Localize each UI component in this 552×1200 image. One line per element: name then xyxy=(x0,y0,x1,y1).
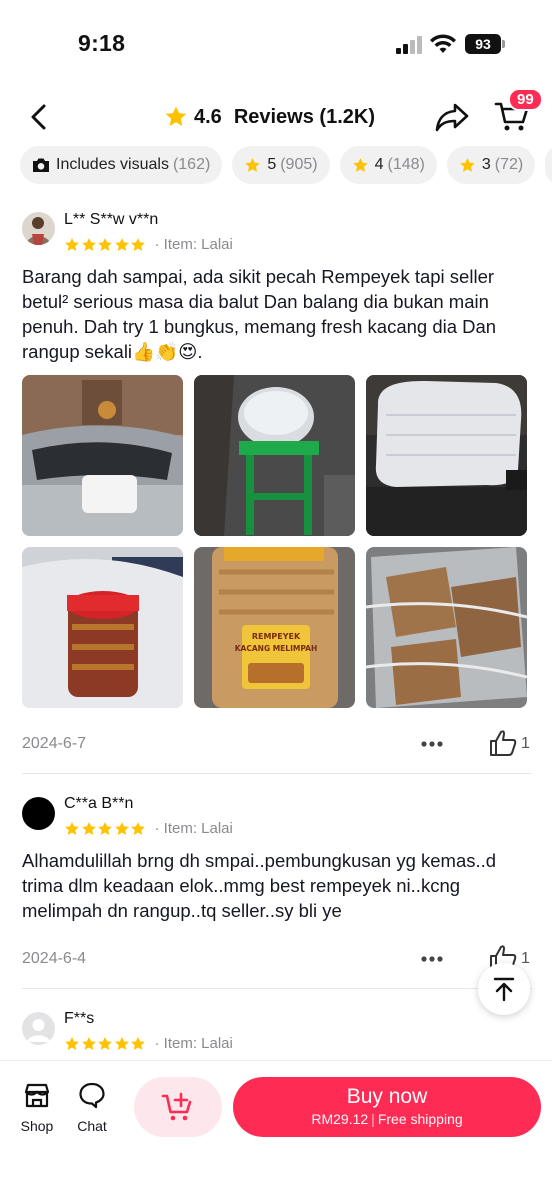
review-photo[interactable] xyxy=(22,547,183,708)
review-photo[interactable] xyxy=(194,375,355,536)
filter-chip-5-star[interactable]: 5 (905) xyxy=(232,146,330,184)
header: 4.6 Reviews (1.2K) xyxy=(0,86,552,146)
filter-chip-label: 5 xyxy=(267,156,277,173)
share-icon[interactable] xyxy=(434,100,470,134)
filter-chip-4-star[interactable]: 4 (148) xyxy=(339,146,437,184)
star-icon xyxy=(245,157,261,172)
star-icon xyxy=(460,157,475,172)
average-rating: 4.6 xyxy=(194,105,222,128)
star-rating: · Item: Lalai xyxy=(64,236,233,253)
status-time: 9:18 xyxy=(78,30,126,56)
star-icon xyxy=(65,1036,79,1050)
star-icon xyxy=(98,1036,112,1050)
star-icon xyxy=(81,821,96,835)
star-icon xyxy=(165,106,187,126)
star-icon xyxy=(114,821,129,835)
shop-label: Shop xyxy=(20,1118,54,1134)
back-to-top-button[interactable] xyxy=(478,963,530,1015)
item-variant: · Item: Lalai xyxy=(154,820,233,837)
review-photo[interactable] xyxy=(366,375,527,536)
buy-now-subtext: RM29.12 | Free shipping xyxy=(233,1111,541,1127)
filter-chip-label: 4 xyxy=(374,156,384,173)
buy-now-button[interactable]: Buy now RM29.12 | Free shipping xyxy=(233,1077,541,1137)
reviewer-name: L** S**w v**n xyxy=(64,211,159,228)
page-title: 4.6 Reviews (1.2K) xyxy=(164,102,375,132)
review-text: Barang dah sampai, ada sikit pecah Rempe… xyxy=(22,266,497,362)
cart-badge: 99 xyxy=(508,88,543,111)
chat-icon xyxy=(79,1082,105,1109)
divider xyxy=(22,773,532,774)
star-icon xyxy=(131,1036,145,1050)
reviewer-name: C**a B**n xyxy=(64,795,134,812)
chat-button[interactable]: Chat xyxy=(67,1081,117,1134)
back-arrow-icon[interactable] xyxy=(22,100,56,134)
like-count: 1 xyxy=(521,735,530,752)
more-options-icon[interactable] xyxy=(420,955,444,963)
avatar xyxy=(22,797,55,830)
camera-icon xyxy=(33,158,49,172)
star-rating: · Item: Lalai xyxy=(64,820,233,837)
product-label-text: REMPEYEK xyxy=(252,632,301,641)
star-icon xyxy=(131,821,145,835)
star-icon xyxy=(352,157,368,172)
battery-indicator: 93 xyxy=(465,34,501,54)
filter-chip-count: (162) xyxy=(172,156,211,173)
avatar xyxy=(22,212,55,245)
reviewer-name: F**s xyxy=(64,1010,95,1027)
filter-chip-label: Includes visuals xyxy=(56,156,169,173)
star-icon xyxy=(65,237,79,251)
avatar xyxy=(22,1012,55,1045)
star-icon xyxy=(81,237,96,251)
more-options-icon[interactable] xyxy=(420,740,444,748)
filter-chip-3-star[interactable]: 3 (72) xyxy=(446,146,536,184)
review-photo[interactable] xyxy=(366,547,527,708)
star-icon xyxy=(65,821,79,835)
item-variant: · Item: Lalai xyxy=(154,1035,233,1052)
chat-label: Chat xyxy=(77,1118,107,1134)
battery-tip xyxy=(502,40,505,48)
filter-chip-count: (148) xyxy=(387,156,425,173)
filter-chip-more[interactable] xyxy=(545,146,552,184)
arrow-up-icon xyxy=(493,977,515,1002)
star-icon xyxy=(98,237,112,251)
filter-chip-count: (72) xyxy=(494,156,524,173)
product-label-text: KACANG MELIMPAH xyxy=(235,644,317,653)
thumbs-up-icon[interactable] xyxy=(488,729,518,757)
filter-chip-label: 3 xyxy=(481,156,491,173)
divider xyxy=(22,988,532,989)
add-to-cart-button[interactable] xyxy=(134,1077,222,1137)
separator: | xyxy=(371,1111,375,1127)
signal-icon xyxy=(396,36,424,54)
item-variant: · Item: Lalai xyxy=(154,236,233,253)
status-bar: 9:18 93 xyxy=(0,0,552,86)
filter-chip-visuals[interactable]: Includes visuals (162) xyxy=(20,146,223,184)
star-icon xyxy=(114,1036,129,1050)
like-count: 1 xyxy=(521,950,530,967)
star-rating: · Item: Lalai xyxy=(64,1035,233,1052)
star-icon xyxy=(114,237,129,251)
shop-button[interactable]: Shop xyxy=(12,1081,62,1134)
filter-chip-count: (905) xyxy=(280,156,318,173)
review-date: 2024-6-7 xyxy=(22,735,87,752)
shop-icon xyxy=(24,1083,50,1108)
review-photo-grid: REMPEYEK KACANG MELIMPAH xyxy=(22,375,528,708)
star-icon xyxy=(81,1036,96,1050)
wifi-icon xyxy=(430,34,456,53)
star-icon xyxy=(98,821,112,835)
bottom-action-bar: Shop Chat Buy now RM29.12 | Free shipping xyxy=(0,1060,552,1200)
review-text: Alhamdulillah brng dh smpai..pembungkusa… xyxy=(22,850,497,921)
star-icon xyxy=(131,237,145,251)
price: RM29.12 xyxy=(311,1111,369,1127)
reviews-title: Reviews (1.2K) xyxy=(233,105,375,128)
review-photo[interactable] xyxy=(22,375,183,536)
shipping-info: Free shipping xyxy=(377,1111,463,1127)
review-photo[interactable]: REMPEYEK KACANG MELIMPAH xyxy=(194,547,355,708)
review-date: 2024-6-4 xyxy=(22,950,87,967)
filter-chips: Includes visuals (162) 5 (905) 4 (148) 3… xyxy=(20,146,552,186)
buy-now-label: Buy now xyxy=(346,1085,428,1108)
add-cart-icon xyxy=(161,1092,192,1121)
